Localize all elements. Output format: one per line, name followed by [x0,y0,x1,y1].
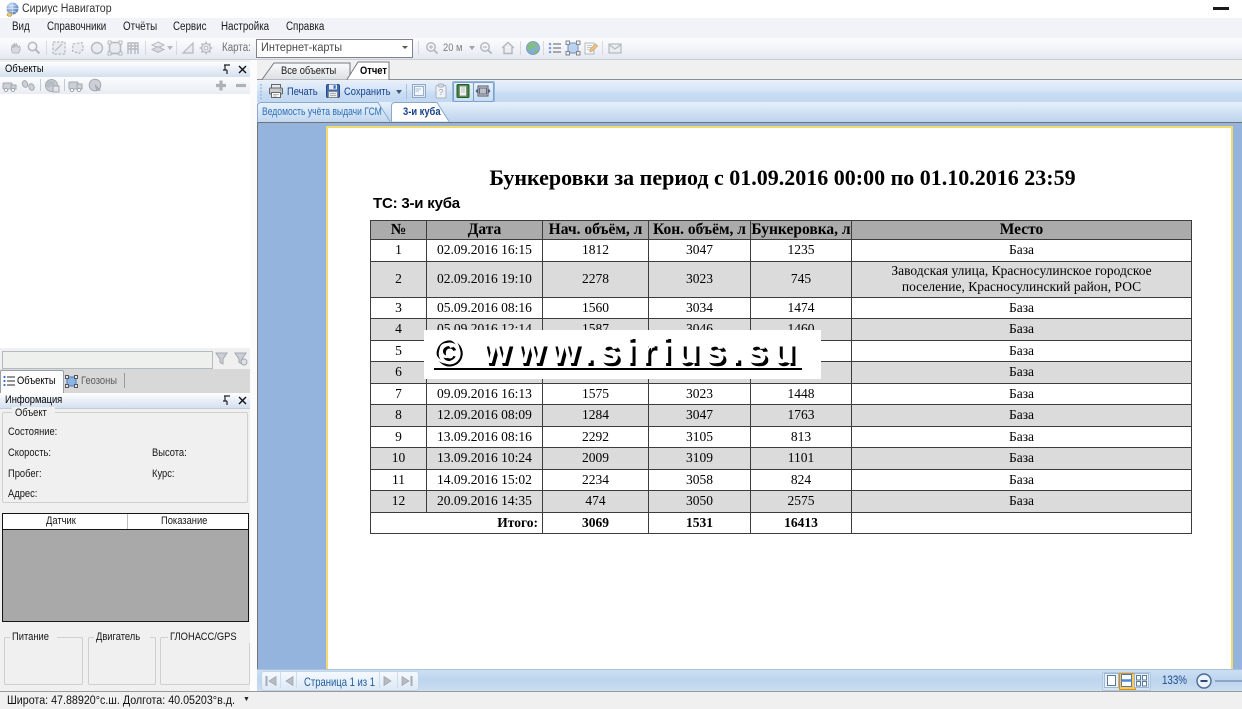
svg-text:?: ? [439,88,444,97]
